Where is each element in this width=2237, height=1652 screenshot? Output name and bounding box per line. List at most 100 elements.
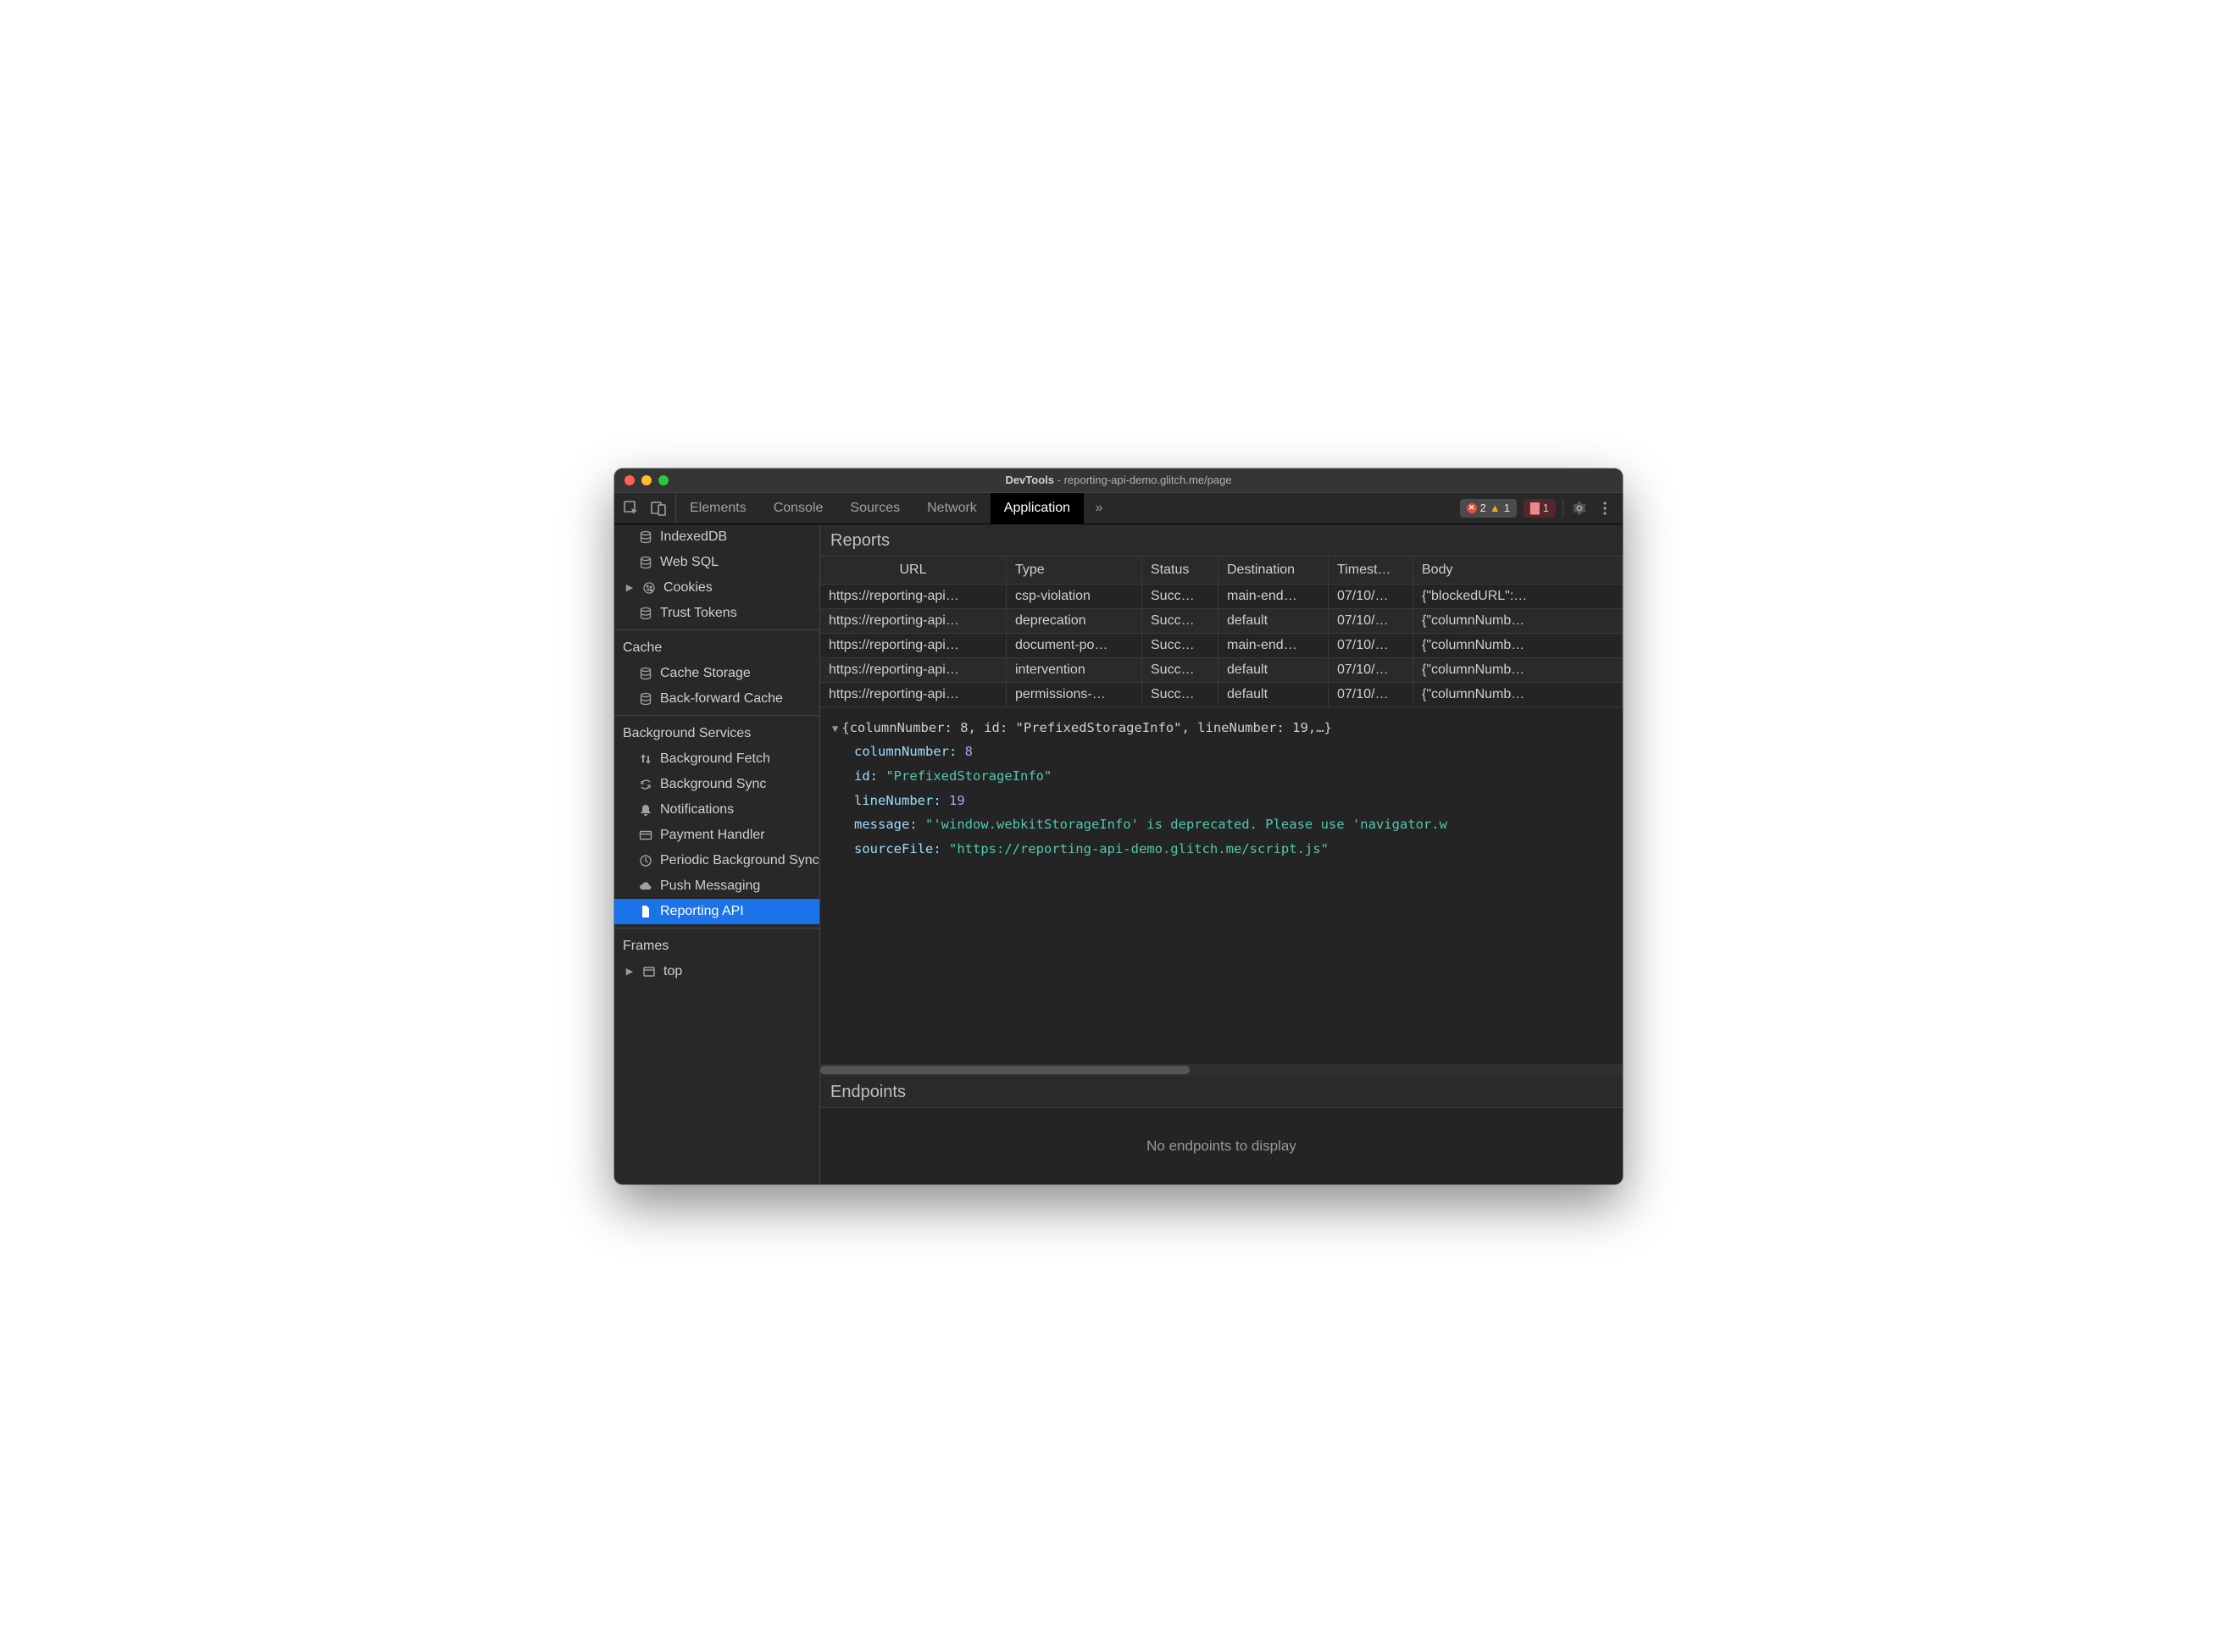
cell-type: document-po…	[1007, 634, 1142, 658]
sidebar-item-trust-tokens[interactable]: Trust Tokens	[614, 601, 819, 626]
sidebar-item-label: Background Fetch	[660, 751, 770, 767]
sidebar-item-cache-storage[interactable]: Cache Storage	[614, 661, 819, 686]
table-row[interactable]: https://reporting-api…deprecationSucc…de…	[820, 609, 1623, 634]
console-status-pill[interactable]: ✕2 ▲1	[1460, 499, 1517, 518]
th-timestamp[interactable]: Timest…	[1329, 557, 1413, 585]
zoom-window-button[interactable]	[658, 475, 669, 485]
settings-icon[interactable]	[1570, 501, 1589, 516]
group-frames: Frames	[614, 932, 819, 959]
sidebar-item-background-fetch[interactable]: Background Fetch	[614, 746, 819, 772]
sidebar-item-payment-handler[interactable]: Payment Handler	[614, 823, 819, 848]
sidebar-item-label: Cookies	[663, 580, 713, 596]
expand-arrow-icon[interactable]: ▼	[832, 723, 838, 735]
cell-ts: 07/10/…	[1329, 609, 1413, 634]
file-icon	[638, 904, 653, 919]
th-type[interactable]: Type	[1007, 557, 1142, 585]
sidebar-item-label: Background Sync	[660, 777, 766, 792]
application-sidebar[interactable]: IndexedDB Web SQL ▶ Cookies Trust Tokens Cac…	[614, 524, 820, 1184]
cell-status: Succ…	[1142, 609, 1218, 634]
close-window-button[interactable]	[624, 475, 635, 485]
inspect-element-icon[interactable]	[623, 500, 640, 517]
cell-type: permissions-…	[1007, 683, 1142, 707]
sidebar-item-push-messaging[interactable]: Push Messaging	[614, 873, 819, 899]
sidebar-item-label: Push Messaging	[660, 879, 760, 894]
endpoints-section: Endpoints No endpoints to display	[820, 1076, 1623, 1184]
sidebar-item-web-sql[interactable]: Web SQL	[614, 550, 819, 575]
cell-type: csp-violation	[1007, 585, 1142, 609]
devtools-toolbar: Elements Console Sources Network Applica…	[614, 492, 1623, 524]
sidebar-item-label: Trust Tokens	[660, 606, 737, 621]
horizontal-scrollbar[interactable]	[820, 1064, 1623, 1076]
sidebar-item-label: IndexedDB	[660, 529, 727, 545]
cell-dest: default	[1218, 658, 1329, 683]
cell-dest: main-end…	[1218, 585, 1329, 609]
table-row[interactable]: https://reporting-api…permissions-…Succ……	[820, 683, 1623, 707]
tab-sources[interactable]: Sources	[836, 493, 913, 524]
sidebar-item-cookies[interactable]: ▶ Cookies	[614, 575, 819, 601]
cell-ts: 07/10/…	[1329, 585, 1413, 609]
cell-url: https://reporting-api…	[820, 634, 1007, 658]
sidebar-item-label: top	[663, 964, 682, 979]
sidebar-item-background-sync[interactable]: Background Sync	[614, 772, 819, 797]
db-icon	[638, 691, 653, 707]
tab-console[interactable]: Console	[760, 493, 837, 524]
th-body[interactable]: Body	[1413, 557, 1623, 585]
cell-body: {"columnNumb…	[1413, 683, 1623, 707]
clock-icon	[638, 853, 653, 868]
cell-status: Succ…	[1142, 658, 1218, 683]
cell-url: https://reporting-api…	[820, 609, 1007, 634]
cell-body: {"columnNumb…	[1413, 609, 1623, 634]
window-title: DevTools - reporting-api-demo.glitch.me/…	[614, 474, 1623, 486]
warning-icon: ▲	[1490, 502, 1501, 514]
error-icon: ✕	[1467, 503, 1477, 513]
report-detail[interactable]: ▼{columnNumber: 8, id: "PrefixedStorageI…	[820, 707, 1623, 1064]
table-row[interactable]: https://reporting-api…csp-violationSucc……	[820, 585, 1623, 609]
cell-body: {"columnNumb…	[1413, 634, 1623, 658]
sidebar-item-reporting-api[interactable]: Reporting API	[614, 899, 819, 924]
tab-elements[interactable]: Elements	[676, 493, 760, 524]
group-cache: Cache	[614, 634, 819, 661]
th-destination[interactable]: Destination	[1218, 557, 1329, 585]
cookie-icon	[641, 580, 657, 596]
tab-network[interactable]: Network	[913, 493, 991, 524]
card-icon	[638, 828, 653, 843]
sync-icon	[638, 777, 653, 792]
table-header: URL Type Status Destination Timest… Body	[820, 557, 1623, 585]
minimize-window-button[interactable]	[641, 475, 652, 485]
cell-status: Succ…	[1142, 634, 1218, 658]
cell-dest: main-end…	[1218, 634, 1329, 658]
bell-icon	[638, 802, 653, 818]
table-row[interactable]: https://reporting-api…interventionSucc…d…	[820, 658, 1623, 683]
updown-icon	[638, 751, 653, 767]
cell-ts: 07/10/…	[1329, 658, 1413, 683]
tab-application[interactable]: Application	[991, 493, 1084, 524]
more-tabs-button[interactable]: »	[1084, 493, 1114, 524]
chevron-right-icon: ▶	[624, 582, 635, 593]
sidebar-item-label: Periodic Background Sync	[660, 853, 819, 868]
table-row[interactable]: https://reporting-api…document-po…Succ…m…	[820, 634, 1623, 658]
db-icon	[638, 606, 653, 621]
cell-dest: default	[1218, 609, 1329, 634]
kebab-menu-icon[interactable]	[1596, 502, 1614, 515]
issues-pill[interactable]: ▇1	[1524, 499, 1556, 518]
group-background-services: Background Services	[614, 719, 819, 746]
sidebar-item-back-forward-cache[interactable]: Back-forward Cache	[614, 686, 819, 712]
device-toggle-icon[interactable]	[650, 500, 667, 517]
th-url[interactable]: URL	[820, 557, 1007, 585]
cloud-icon	[638, 879, 653, 894]
sidebar-item-indexeddb[interactable]: IndexedDB	[614, 524, 819, 550]
sidebar-item-top[interactable]: ▶top	[614, 959, 819, 984]
db-icon	[638, 555, 653, 570]
sidebar-item-periodic-background-sync[interactable]: Periodic Background Sync	[614, 848, 819, 873]
cell-ts: 07/10/…	[1329, 634, 1413, 658]
sidebar-item-label: Payment Handler	[660, 828, 765, 843]
devtools-window: DevTools - reporting-api-demo.glitch.me/…	[614, 468, 1623, 1184]
cell-dest: default	[1218, 683, 1329, 707]
cell-type: intervention	[1007, 658, 1142, 683]
endpoints-empty: No endpoints to display	[820, 1108, 1623, 1184]
sidebar-item-notifications[interactable]: Notifications	[614, 797, 819, 823]
titlebar: DevTools - reporting-api-demo.glitch.me/…	[614, 468, 1623, 492]
th-status[interactable]: Status	[1142, 557, 1218, 585]
section-reports: Reports	[820, 524, 1623, 557]
section-endpoints: Endpoints	[820, 1076, 1623, 1108]
